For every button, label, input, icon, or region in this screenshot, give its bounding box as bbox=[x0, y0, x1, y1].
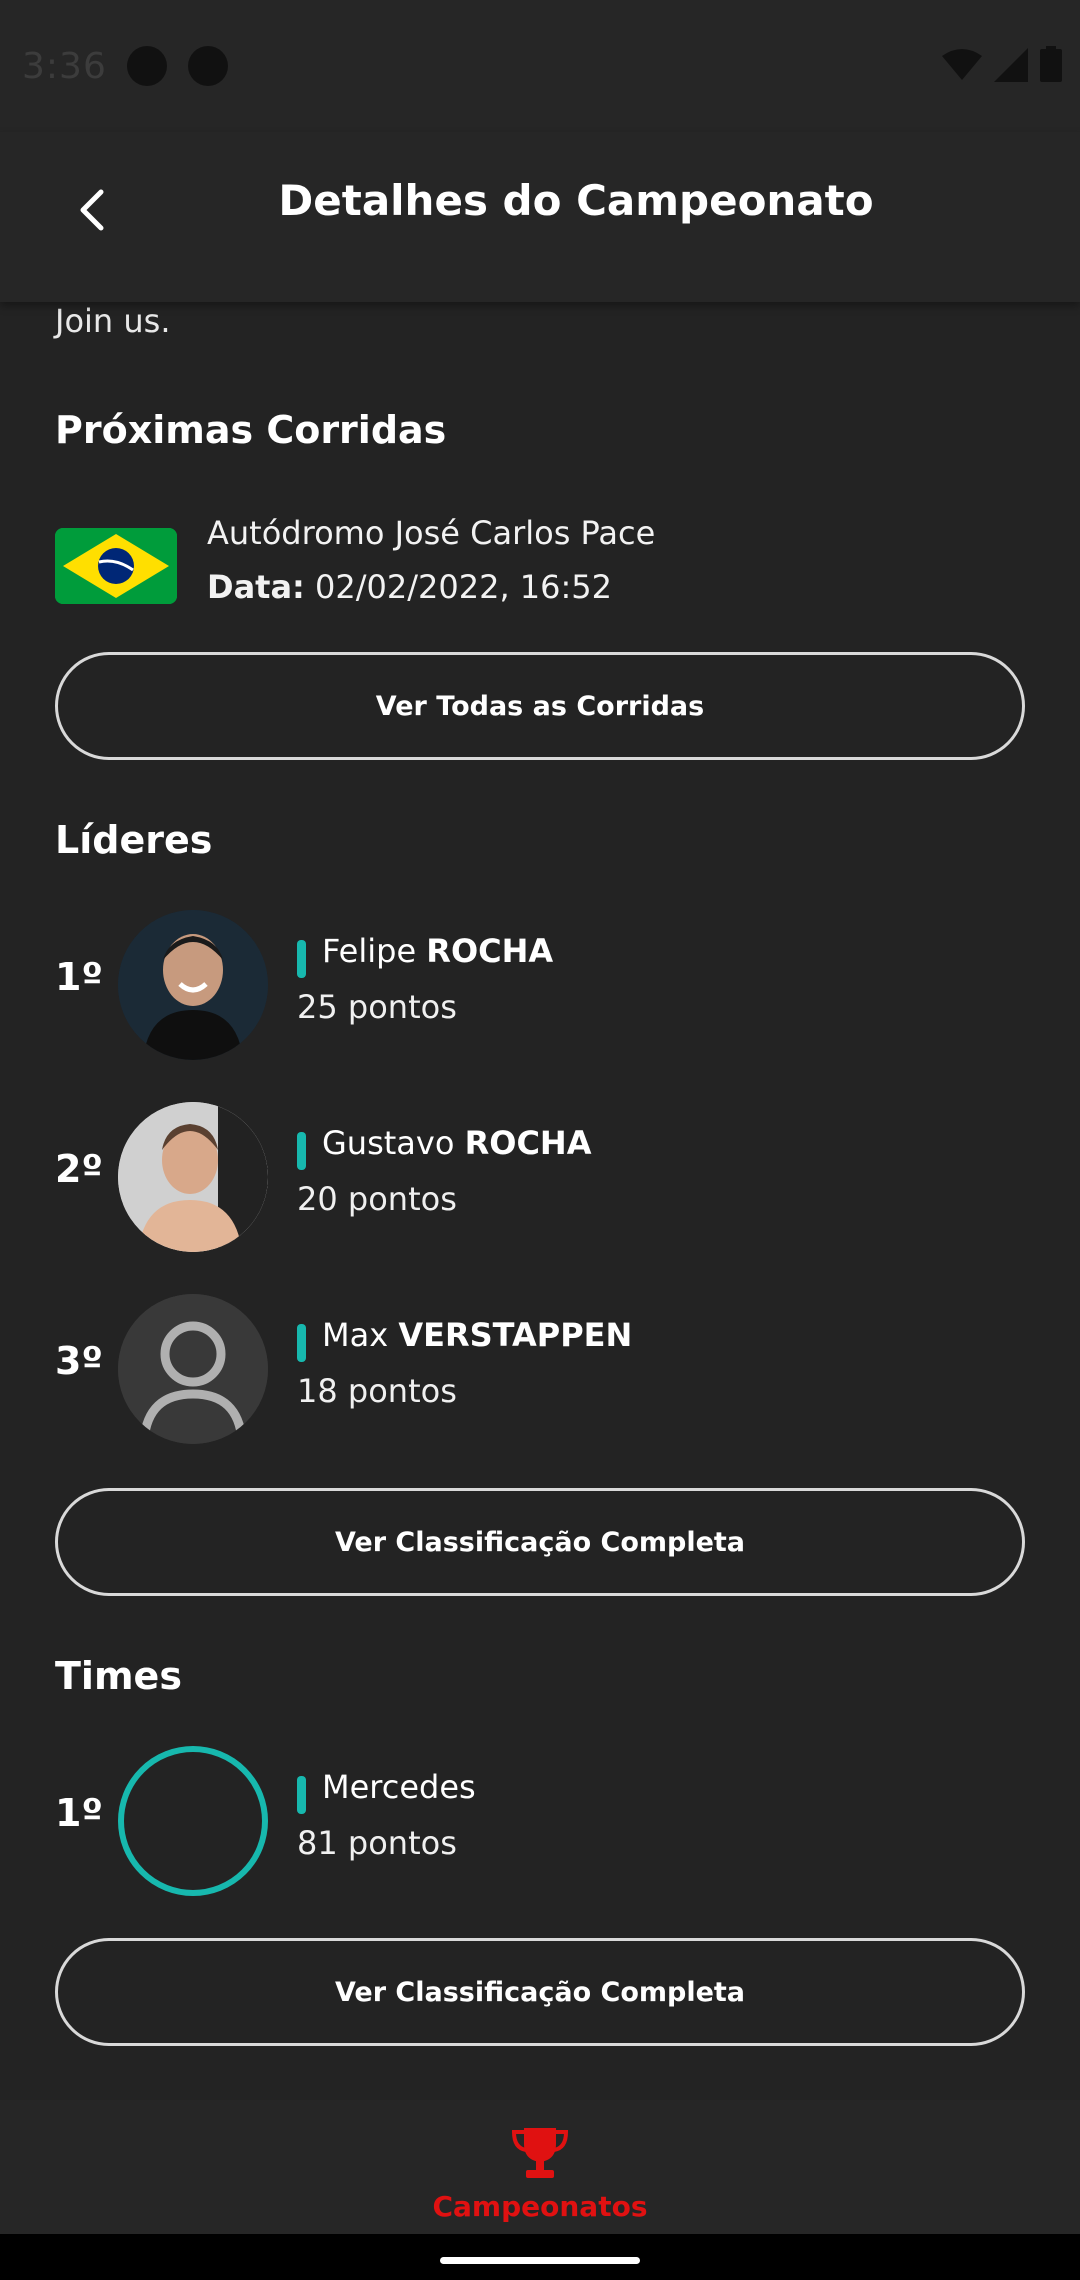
leader-row[interactable]: 2º Gustavo ROCHA 20 pontos bbox=[55, 1102, 1025, 1252]
avatar bbox=[118, 1102, 268, 1252]
driver-first-name: Gustavo bbox=[322, 1124, 455, 1162]
view-full-standings-button[interactable]: Ver Classificação Completa bbox=[55, 1488, 1025, 1596]
app-notification-icon bbox=[127, 46, 167, 86]
status-time: 3:36 bbox=[22, 46, 107, 87]
driver-last-name: VERSTAPPEN bbox=[398, 1316, 633, 1354]
leader-row[interactable]: 1º Felipe ROCHA 25 pontos bbox=[55, 910, 1025, 1060]
race-item[interactable]: Autódromo José Carlos Pace Data: 02/02/2… bbox=[55, 514, 1025, 634]
team-logo bbox=[118, 1746, 268, 1896]
view-all-races-button[interactable]: Ver Todas as Corridas bbox=[55, 652, 1025, 760]
view-full-team-standings-button[interactable]: Ver Classificação Completa bbox=[55, 1938, 1025, 2046]
section-title-teams: Times bbox=[55, 1654, 182, 1698]
section-title-races: Próximas Corridas bbox=[55, 408, 447, 452]
team-row[interactable]: 1º Mercedes 81 pontos bbox=[55, 1746, 1025, 1896]
team-points: 81 pontos bbox=[297, 1824, 457, 1862]
leader-rank: 2º bbox=[55, 1147, 103, 1191]
page-title: Detalhes do Campeonato bbox=[278, 176, 874, 225]
driver-accent-bar bbox=[297, 1324, 306, 1362]
race-date-label: Data: bbox=[207, 568, 305, 606]
championship-details[interactable]: Join us. Próximas Corridas Autódromo Jos… bbox=[0, 302, 1080, 2100]
bottom-navigation: Campeonatos bbox=[0, 2100, 1080, 2234]
avatar bbox=[118, 910, 268, 1060]
app-header: Detalhes do Campeonato bbox=[0, 132, 1080, 302]
driver-name: Gustavo ROCHA bbox=[322, 1124, 591, 1162]
team-name: Mercedes bbox=[322, 1768, 476, 1806]
driver-last-name: ROCHA bbox=[464, 1124, 592, 1162]
race-date: Data: 02/02/2022, 16:52 bbox=[207, 568, 612, 606]
driver-points: 25 pontos bbox=[297, 988, 457, 1026]
driver-first-name: Felipe bbox=[322, 932, 417, 970]
race-date-value: 02/02/2022, 16:52 bbox=[315, 568, 613, 606]
brazil-flag-icon bbox=[55, 528, 177, 604]
status-bar: 3:36 bbox=[0, 0, 1080, 132]
section-title-leaders: Líderes bbox=[55, 818, 213, 862]
wifi-icon bbox=[942, 49, 982, 80]
nav-label: Campeonatos bbox=[432, 2190, 648, 2223]
driver-accent-bar bbox=[297, 1132, 306, 1170]
app-notification-icon bbox=[188, 46, 228, 86]
avatar-placeholder-icon bbox=[118, 1294, 268, 1444]
home-gesture-bar[interactable] bbox=[440, 2257, 640, 2264]
status-indicators bbox=[942, 46, 1062, 82]
driver-last-name: ROCHA bbox=[426, 932, 554, 970]
race-track-name: Autódromo José Carlos Pace bbox=[207, 514, 656, 552]
driver-points: 18 pontos bbox=[297, 1372, 457, 1410]
leader-rank: 3º bbox=[55, 1339, 103, 1383]
battery-icon bbox=[1040, 46, 1062, 82]
leader-row[interactable]: 3º Max VERSTAPPEN 18 pontos bbox=[55, 1294, 1025, 1444]
description-text: Join us. bbox=[55, 302, 171, 340]
driver-points: 20 pontos bbox=[297, 1180, 457, 1218]
gesture-area bbox=[0, 2234, 1080, 2280]
driver-name: Felipe ROCHA bbox=[322, 932, 553, 970]
signal-icon bbox=[994, 48, 1028, 82]
driver-first-name: Max bbox=[322, 1316, 389, 1354]
leader-rank: 1º bbox=[55, 955, 103, 999]
driver-accent-bar bbox=[297, 940, 306, 978]
team-accent-bar bbox=[297, 1776, 306, 1814]
team-rank: 1º bbox=[55, 1791, 103, 1835]
nav-item-championships[interactable]: Campeonatos bbox=[0, 2126, 1080, 2223]
driver-name: Max VERSTAPPEN bbox=[322, 1316, 632, 1354]
trophy-icon bbox=[511, 2128, 569, 2178]
